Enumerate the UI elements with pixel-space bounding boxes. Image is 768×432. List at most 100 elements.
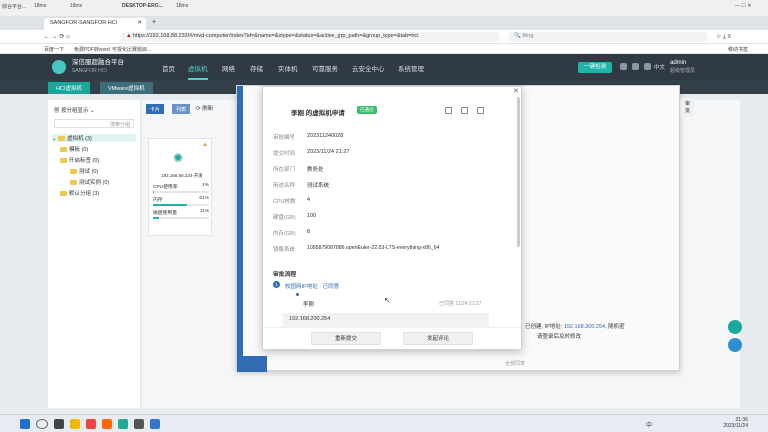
tree-item-test[interactable]: 测试 (0) [70, 167, 98, 175]
field-value: 8 [307, 229, 311, 235]
step-title: 校园网IP地址 · 已同意 [285, 284, 340, 290]
url-input[interactable]: ▲ https://192.168.88.233/#/mvd-computer/… [120, 32, 500, 42]
field-value: 100 [307, 213, 317, 219]
nav-storage[interactable]: 存储 [250, 63, 263, 73]
taskbar: 中 21:36 2023/11/24 [0, 414, 768, 432]
sangfor-logo-icon [52, 60, 66, 74]
one-click-check-button[interactable]: 一键检测 [578, 62, 612, 73]
tab-vmware-vm[interactable]: VMware虚拟机 [100, 82, 153, 94]
app-icon[interactable] [134, 419, 144, 429]
nav-reliability[interactable]: 可靠服务 [312, 63, 338, 73]
field-value: 4 [307, 197, 311, 203]
browser-menu-icon[interactable]: ☆ ⤓ ≡ [716, 33, 731, 41]
browser-tab-active[interactable]: SANGFOR-SANGFOR HCI ✕ [44, 18, 146, 30]
field-label: CPU核数 [273, 199, 296, 205]
os-item[interactable]: DESKTOP-ERO... [122, 3, 163, 9]
refresh-button[interactable]: ⟳ 刷新 [196, 104, 213, 112]
cpu-progress [153, 191, 209, 193]
card-view-button[interactable]: 卡片 [146, 104, 165, 114]
explorer-icon[interactable] [70, 419, 80, 429]
folder-icon [60, 158, 67, 164]
print-icon[interactable] [461, 107, 468, 114]
vm-name[interactable]: 192.168.88.234-开发 [153, 173, 211, 179]
field-label: 提交时间 [273, 151, 296, 157]
clock[interactable]: 21:36 2023/11/24 [708, 417, 748, 429]
app-icon[interactable] [118, 419, 128, 429]
folder-icon [58, 136, 66, 142]
help-icon[interactable] [644, 63, 651, 70]
sidebar-header[interactable]: ▦ 按分组显示 ⌄ [54, 106, 95, 114]
os-item[interactable]: 18ms [176, 3, 188, 9]
sidebar-search-input[interactable]: 搜索分组 [54, 119, 134, 128]
address-bar-row: ← → ⟳ ⌂ ▲ https://192.168.88.233/#/mvd-c… [0, 30, 768, 44]
clock-date: 2023/11/24 [723, 423, 748, 429]
list-view-button[interactable]: 列表 [172, 104, 191, 114]
os-item[interactable]: 综合平台... [2, 3, 26, 10]
brand-sub: SANGFOR HCI [72, 68, 107, 74]
os-item[interactable]: 18ms [34, 3, 46, 9]
copy-icon[interactable] [477, 107, 484, 114]
disk-label: 磁盘使用量 [153, 211, 177, 216]
bookmark-item[interactable]: 移动书签 [728, 46, 748, 53]
field-value: 1095879087886.openEuler-22.03-LTS-everyt… [307, 245, 440, 251]
nav-host[interactable]: 实体机 [278, 63, 298, 73]
approve-button[interactable]: 审批 [681, 98, 695, 116]
comment-button[interactable]: 发起评论 [403, 332, 473, 345]
float-robot-icon[interactable] [728, 338, 742, 352]
notice-ip[interactable]: 192.168.200.254 [564, 324, 605, 330]
windows-start-icon[interactable] [20, 419, 30, 429]
tree-item-vm-root[interactable]: ⌄ 虚拟机 (3) [52, 134, 136, 142]
disk-value: 11% [199, 209, 209, 214]
nav-home[interactable]: 首页 [162, 63, 175, 73]
user-name: admin [670, 60, 687, 66]
firefox-icon[interactable] [102, 419, 112, 429]
tree-item-template[interactable]: 模板 (0) [60, 145, 88, 153]
close-tab-icon[interactable]: ✕ [137, 20, 142, 26]
tree-item-default[interactable]: 默认分组 (3) [60, 189, 99, 197]
os-item[interactable]: 18ms [70, 3, 82, 9]
nav-security[interactable]: 云安全中心 [352, 63, 385, 73]
task-icon[interactable] [632, 63, 639, 70]
search-taskbar-icon[interactable] [36, 419, 48, 429]
tab-hci-vm[interactable]: HCI虚拟机 [48, 82, 90, 94]
nav-network[interactable]: 网络 [222, 63, 235, 73]
minimize-icon[interactable]: — ☐ ✕ [735, 3, 751, 9]
nav-vm[interactable]: 虚拟机 [188, 63, 208, 73]
float-chat-icon[interactable] [728, 320, 742, 334]
os-top-bar: 综合平台... 18ms 18ms DESKTOP-ERO... 18ms — … [0, 0, 768, 16]
nav-system[interactable]: 系统管理 [398, 63, 424, 73]
approve-time: 已同意 11/24 21:27 [439, 301, 482, 307]
nav-arrows-icon[interactable]: ← → ⟳ ⌂ [44, 33, 70, 40]
tree-item-test-instance[interactable]: 测试实例 (0) [70, 178, 109, 186]
browser-tab-bar: SANGFOR-SANGFOR HCI ✕ + [0, 16, 768, 30]
taskview-icon[interactable] [54, 419, 64, 429]
bookmarks-bar: 百度一下 免费PDF转word 可视化比赛题目... 移动书签 [0, 44, 768, 54]
list-view-label: 列表 [176, 107, 187, 113]
bookmark-item[interactable]: 百度一下 [44, 46, 64, 53]
close-modal-icon[interactable]: ✕ [513, 87, 519, 95]
bookmark-item[interactable]: 免费PDF转word [74, 46, 110, 53]
browser-taskbar-icon[interactable] [86, 419, 96, 429]
field-label: 内存(GB) [273, 231, 296, 237]
new-tab-icon[interactable]: + [152, 19, 156, 26]
mem-row: 内存 61% [153, 196, 209, 203]
app-icon[interactable] [150, 419, 160, 429]
lang-switch[interactable]: 中文 [654, 63, 665, 71]
search-input[interactable]: 🔍 Bing [508, 32, 708, 42]
field-label: 硬盘(GB) [273, 215, 296, 221]
vm-card[interactable]: ✺ ▲ 192.168.88.234-开发 CPU使用率 1% 内存 61% 磁盘使… [148, 138, 212, 236]
share-icon[interactable] [445, 107, 452, 114]
dialog-chart-icon[interactable] [237, 356, 267, 372]
ime-indicator[interactable]: 中 [646, 420, 652, 429]
bookmark-item[interactable]: 可视化比赛题目... [112, 46, 151, 53]
field-label: 审批编号 [273, 135, 296, 141]
user-menu[interactable]: admin 超级管理员 [670, 59, 695, 75]
approve-all-link[interactable]: 全部同意 [505, 360, 525, 367]
alert-icon[interactable] [620, 63, 627, 70]
vm-status-icon: ✺ [173, 151, 184, 165]
tree-item-tag[interactable]: 开启标签 (0) [60, 156, 99, 164]
notice-prefix: 已创建, IP地址: [525, 324, 563, 330]
scrollbar[interactable] [517, 97, 520, 247]
resubmit-button[interactable]: 重新提交 [311, 332, 381, 345]
group-sidebar: ▦ 按分组显示 ⌄ 搜索分组 ⌄ 虚拟机 (3) 模板 (0) 开启标签 (0)… [48, 100, 140, 408]
